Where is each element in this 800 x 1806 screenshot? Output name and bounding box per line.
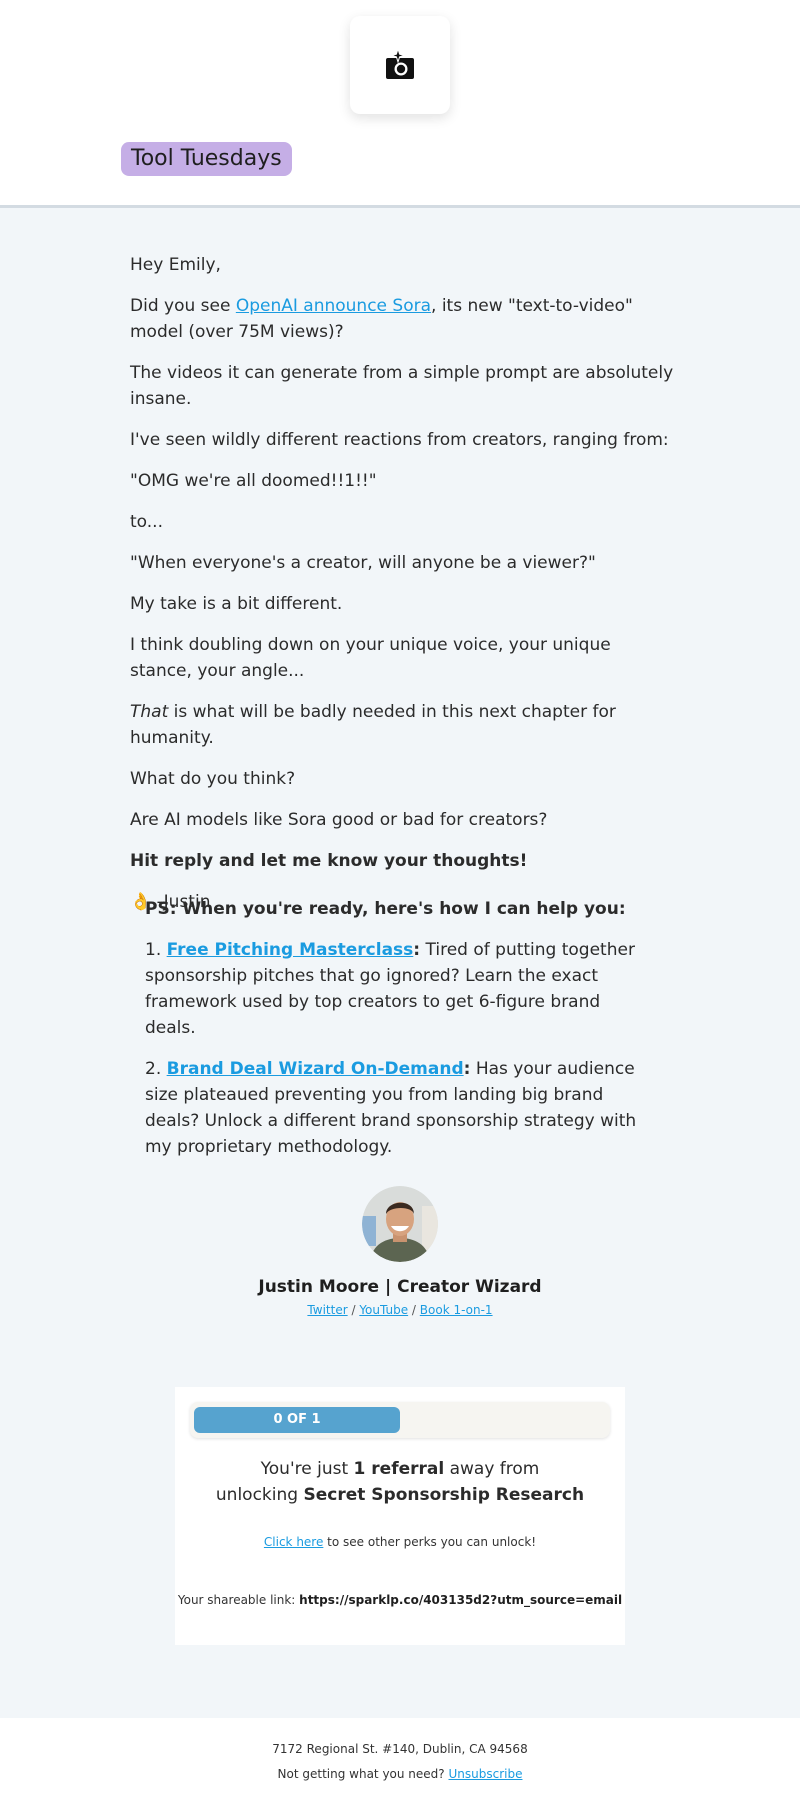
paragraph-to: to...	[130, 512, 163, 532]
pitching-masterclass-link[interactable]: Free Pitching Masterclass	[167, 940, 414, 960]
book-1-on-1-link[interactable]: Book 1-on-1	[420, 1303, 493, 1317]
email-footer: 7172 Regional St. #140, Dublin, CA 94568…	[0, 1718, 800, 1806]
quote-doomed: "OMG we're all doomed!!1!!"	[130, 471, 377, 491]
newsletter-logo[interactable]	[350, 16, 450, 114]
camera-sparkle-icon	[386, 48, 414, 79]
avatar	[362, 1186, 438, 1262]
paragraph-voice: I think doubling down on your unique voi…	[130, 635, 611, 681]
paragraph-sora-question: Are AI models like Sora good or bad for …	[130, 810, 548, 830]
tool-tuesdays-tag: Tool Tuesdays	[121, 142, 292, 176]
ps-item-on-demand: 2. Brand Deal Wizard On-Demand: Has your…	[145, 1059, 637, 1157]
quote-viewer: "When everyone's a creator, will anyone …	[130, 553, 596, 573]
referral-progress-bar: 0 OF 1	[190, 1402, 610, 1438]
social-links: Twitter / YouTube / Book 1-on-1	[307, 1303, 493, 1317]
ps-heading: PS: When you're ready, here's how I can …	[145, 899, 626, 919]
greeting: Hey Emily,	[130, 255, 221, 275]
referral-card: 0 OF 1 You're just 1 referral away from …	[175, 1387, 625, 1645]
paragraph-humanity: That is what will be badly needed in thi…	[130, 702, 616, 748]
paragraph-take: My take is a bit different.	[130, 594, 343, 614]
paragraph-insane: The videos it can generate from a simple…	[130, 363, 674, 409]
perks-line: Click here to see other perks you can un…	[263, 1535, 537, 1549]
paragraph-question: What do you think?	[130, 769, 296, 789]
unsubscribe-line: Not getting what you need? Unsubscribe	[277, 1767, 523, 1781]
email-body: Hey Emily, Did you see OpenAI announce S…	[130, 252, 675, 930]
sender-name: Justin Moore | Creator Wizard	[258, 1277, 542, 1297]
openai-sora-link[interactable]: OpenAI announce Sora	[236, 296, 431, 316]
ps-section: PS: When you're ready, here's how I can …	[145, 896, 655, 1175]
paragraph-reactions: I've seen wildly different reactions fro…	[130, 430, 669, 450]
email-header: Tool Tuesdays	[0, 0, 800, 208]
footer-address: 7172 Regional St. #140, Dublin, CA 94568	[272, 1742, 528, 1756]
ps-item-masterclass: 1. Free Pitching Masterclass: Tired of p…	[145, 940, 635, 1038]
referral-message: You're just 1 referral away from unlocki…	[215, 1459, 585, 1505]
youtube-link[interactable]: YouTube	[359, 1303, 408, 1317]
paragraph-sora: Did you see OpenAI announce Sora, its ne…	[130, 296, 633, 342]
referral-progress-fill: 0 OF 1	[194, 1407, 400, 1433]
twitter-link[interactable]: Twitter	[307, 1303, 347, 1317]
shareable-url[interactable]: https://sparklp.co/403135d2?utm_source=e…	[299, 1593, 622, 1607]
brand-deal-wizard-link[interactable]: Brand Deal Wizard On-Demand	[167, 1059, 464, 1079]
shareable-link: Your shareable link: https://sparklp.co/…	[177, 1593, 623, 1607]
unsubscribe-link[interactable]: Unsubscribe	[448, 1767, 522, 1781]
perks-link[interactable]: Click here	[264, 1535, 323, 1549]
reply-cta: Hit reply and let me know your thoughts!	[130, 851, 528, 871]
signature: Justin Moore | Creator Wizard Twitter / …	[0, 1186, 800, 1317]
